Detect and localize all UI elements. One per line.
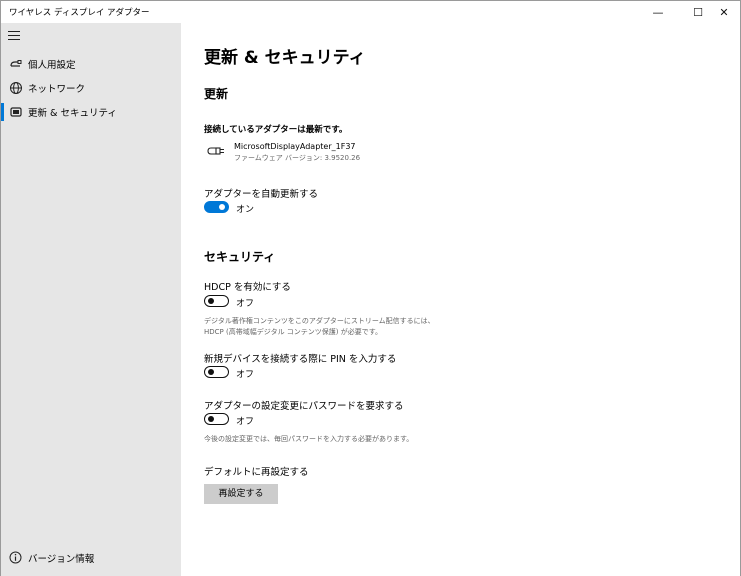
globe-icon (10, 82, 22, 94)
auto-update-toggle[interactable] (204, 201, 229, 213)
page-title: 更新 & セキュリティ (204, 48, 366, 68)
sidebar-item-label: 個人用設定 (28, 60, 76, 71)
auto-update-label: アダプターを自動更新する (204, 189, 319, 200)
reset-button[interactable]: 再設定する (204, 484, 278, 504)
info-icon (9, 551, 22, 564)
security-heading: セキュリティ (204, 250, 276, 264)
sidebar: 個人用設定 ネットワーク 更新 & セキュリティ バージョン情報 (1, 23, 181, 576)
pin-toggle[interactable] (204, 366, 229, 378)
firmware-version: ファームウェア バージョン: 3.9520.26 (234, 154, 361, 162)
main-content: 更新 & セキュリティ 更新 接続しているアダプターは最新です。 Microso… (181, 23, 740, 576)
active-indicator (1, 103, 4, 121)
close-button[interactable]: ✕ (707, 1, 741, 23)
sidebar-item-personalize[interactable]: 個人用設定 (1, 51, 181, 77)
sidebar-item-label: 更新 & セキュリティ (28, 108, 117, 119)
adapter-icon (10, 107, 22, 117)
password-label: アダプターの設定変更にパスワードを要求する (204, 401, 404, 412)
device-name: MicrosoftDisplayAdapter_1F37 (234, 142, 356, 151)
reset-label: デフォルトに再設定する (204, 467, 309, 478)
personalize-icon (10, 60, 22, 67)
pin-state: オフ (236, 370, 255, 380)
hdcp-label: HDCP を有効にする (204, 282, 291, 293)
display-adapter-icon (207, 147, 224, 155)
sidebar-item-label: ネットワーク (28, 84, 86, 95)
update-heading: 更新 (204, 87, 229, 101)
update-status: 接続しているアダプターは最新です。 (204, 125, 348, 135)
hdcp-state: オフ (236, 299, 255, 309)
hamburger-menu-icon[interactable] (8, 31, 20, 40)
hdcp-description: デジタル著作権コンテンツをこのアダプターにストリーム配信するには、HDCP (高… (204, 317, 435, 336)
sidebar-item-update-security[interactable]: 更新 & セキュリティ (1, 99, 181, 125)
sidebar-item-network[interactable]: ネットワーク (1, 75, 181, 101)
hdcp-toggle[interactable] (204, 295, 229, 307)
auto-update-state: オン (236, 205, 255, 215)
title-bar: ワイヤレス ディスプレイ アダプター — ☐ ✕ (1, 1, 740, 23)
password-state: オフ (236, 417, 255, 427)
app-window: ワイヤレス ディスプレイ アダプター — ☐ ✕ 個人用設定 ネットワーク 更新… (0, 0, 741, 576)
minimize-button[interactable]: — (641, 1, 675, 23)
password-description: 今後の設定変更では、毎回パスワードを入力する必要があります。 (204, 435, 414, 443)
pin-label: 新規デバイスを接続する際に PIN を入力する (204, 354, 397, 365)
sidebar-item-version[interactable]: バージョン情報 (1, 547, 181, 569)
sidebar-item-label: バージョン情報 (28, 554, 95, 565)
password-toggle[interactable] (204, 413, 229, 425)
window-title: ワイヤレス ディスプレイ アダプター (9, 8, 150, 18)
